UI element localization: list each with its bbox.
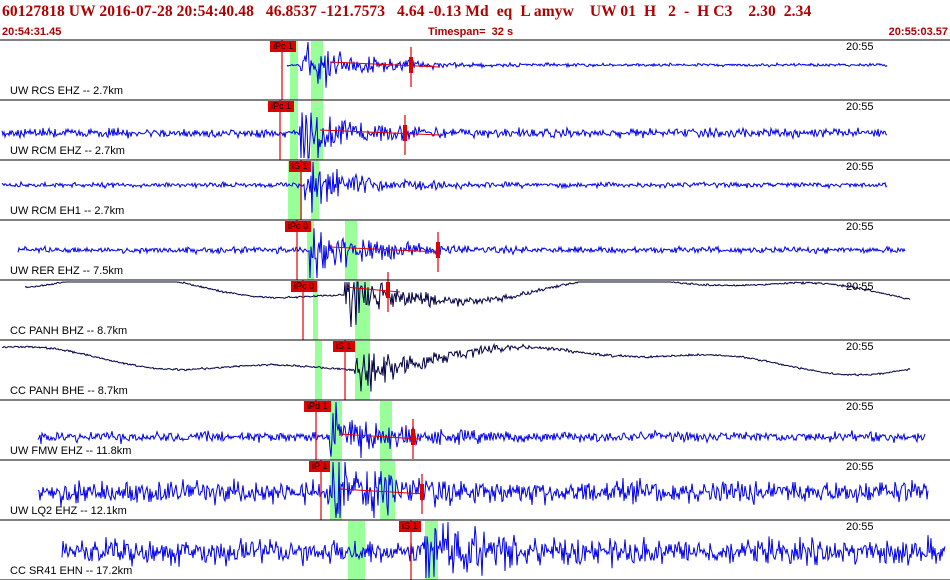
time-label: 20:55 — [846, 401, 874, 413]
time-label: 20:55 — [846, 521, 874, 533]
pick-label[interactable]: iPc 1 — [270, 41, 297, 52]
pick-label[interactable]: iS 1 — [399, 521, 421, 532]
trace-panel[interactable]: CC PANH BHZ -- 8.7km 20:55 iPc 0 — [0, 280, 950, 340]
station-label: UW LQ2 EHZ -- 12.1km — [10, 505, 127, 517]
time-label: 20:55 — [846, 101, 874, 113]
pick-label[interactable]: iPc 0 — [285, 221, 312, 232]
trace-panel[interactable]: UW FMW EHZ -- 11.8km 20:55 iPd 1 — [0, 400, 950, 460]
time-label: 20:55 — [846, 161, 874, 173]
trace-panel[interactable]: CC SR41 EHN -- 17.2km 20:55 iS 1 — [0, 520, 950, 580]
station-label: UW FMW EHZ -- 11.8km — [10, 445, 132, 457]
pick-label[interactable]: iPd 1 — [304, 401, 331, 412]
pick-label[interactable]: iP 1 — [309, 461, 331, 472]
time-label: 20:55 — [846, 281, 874, 293]
trace-panel[interactable]: UW RCS EHZ -- 2.7km 20:55 iPc 1 — [0, 40, 950, 100]
station-label: CC PANH BHE -- 8.7km — [10, 385, 128, 397]
pick-label[interactable]: iPc 0 — [291, 281, 318, 292]
time-label: 20:55 — [846, 41, 874, 53]
trace-panel[interactable]: UW RCM EH1 -- 2.7km 20:55 iS 1 — [0, 160, 950, 220]
trace-panel[interactable]: UW RCM EHZ -- 2.7km 20:55 iPc 1 — [0, 100, 950, 160]
pick-label[interactable]: iS 1 — [289, 161, 311, 172]
station-label: UW RER EHZ -- 7.5km — [10, 265, 124, 277]
time-label: 20:55 — [846, 341, 874, 353]
station-label: CC PANH BHZ -- 8.7km — [10, 325, 128, 337]
station-label: UW RCM EHZ -- 2.7km — [10, 145, 125, 157]
pick-label[interactable]: iS 1 — [333, 341, 355, 352]
trace-panel[interactable]: UW RER EHZ -- 7.5km 20:55 iPc 0 — [0, 220, 950, 280]
time-label: 20:55 — [846, 221, 874, 233]
station-label: UW RCS EHZ -- 2.7km — [10, 85, 124, 97]
station-label: UW RCM EH1 -- 2.7km — [10, 205, 125, 217]
trace-panel[interactable]: UW LQ2 EHZ -- 12.1km 20:55 iP 1 — [0, 460, 950, 520]
time-label: 20:55 — [846, 461, 874, 473]
station-label: CC SR41 EHN -- 17.2km — [10, 565, 133, 577]
pick-label[interactable]: iPc 1 — [268, 101, 295, 112]
trace-panel[interactable]: CC PANH BHE -- 8.7km 20:55 iS 1 — [0, 340, 950, 400]
